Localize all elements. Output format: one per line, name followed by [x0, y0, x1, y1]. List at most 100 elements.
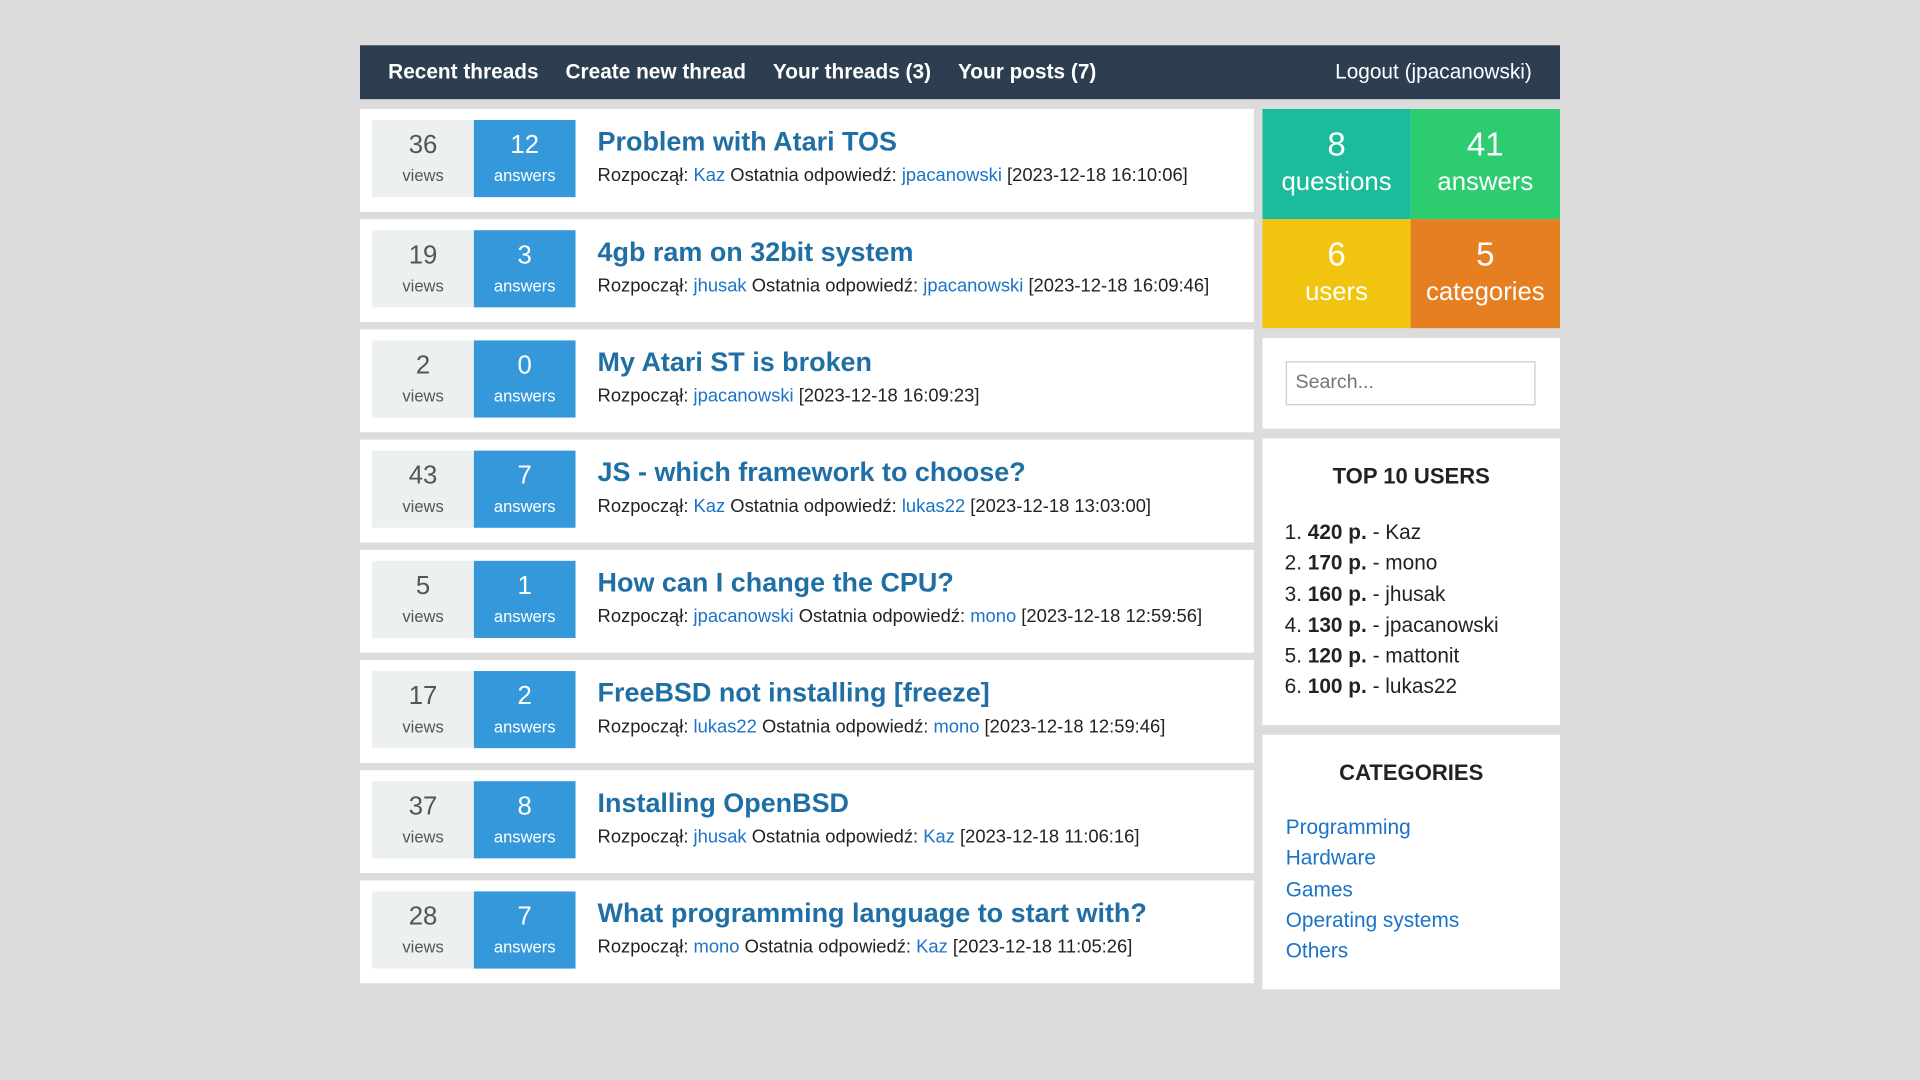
answers-number: 2 — [517, 682, 532, 711]
last-reply-user-link[interactable]: jpacanowski — [902, 165, 1002, 186]
last-reply-user-link[interactable]: lukas22 — [902, 496, 965, 517]
logout-link[interactable]: Logout (jpacanowski) — [1335, 60, 1532, 84]
views-label: views — [402, 276, 444, 296]
stat-label: questions — [1281, 167, 1392, 196]
views-label: views — [402, 607, 444, 626]
author-link[interactable]: mono — [694, 937, 740, 958]
stat-number: 5 — [1476, 236, 1495, 274]
answers-label: answers — [493, 497, 556, 516]
started-label: Rozpoczął: — [597, 275, 689, 297]
last-reply-label: Ostatnia odpowiedź: — [744, 936, 912, 958]
category-item: Games — [1286, 874, 1560, 905]
top-user-item: 130 p. - jpacanowski — [1308, 610, 1560, 641]
user-name: Kaz — [1385, 520, 1422, 544]
thread-title-link[interactable]: Installing OpenBSD — [598, 787, 849, 819]
search-input[interactable] — [1285, 361, 1536, 406]
last-reply-label: Ostatnia odpowiedź: — [730, 495, 897, 517]
category-link[interactable]: Operating systems — [1286, 908, 1460, 931]
category-item: Programming — [1286, 812, 1560, 843]
last-reply-user-link[interactable]: mono — [970, 606, 1016, 627]
top-user-item: 420 p. - Kaz — [1308, 517, 1560, 548]
user-name: jpacanowski — [1385, 613, 1499, 637]
category-link[interactable]: Programming — [1286, 816, 1411, 839]
stat-categories: 5 categories — [1410, 219, 1561, 329]
answers-count: 7 answers — [473, 450, 576, 528]
category-link[interactable]: Hardware — [1286, 846, 1376, 869]
user-name: mono — [1385, 551, 1438, 575]
author-link[interactable]: jpacanowski — [694, 606, 794, 627]
nav-recent-threads[interactable]: Recent threads — [388, 60, 538, 84]
categories-title: CATEGORIES — [1339, 760, 1484, 785]
last-reply-user-link[interactable]: Kaz — [916, 937, 948, 958]
views-number: 36 — [408, 131, 438, 160]
views-count: 43 views — [372, 450, 474, 528]
author-link[interactable]: jhusak — [694, 276, 747, 297]
thread-title-link[interactable]: FreeBSD not installing [freeze] — [598, 677, 990, 709]
last-reply-user-link[interactable]: mono — [933, 716, 979, 737]
nav-your-posts[interactable]: Your posts (7) — [958, 60, 1096, 84]
user-points: 100 p. — [1307, 675, 1367, 699]
category-link[interactable]: Games — [1286, 877, 1353, 900]
thread-title-link[interactable]: Problem with Atari TOS — [598, 126, 897, 158]
thread-row: 2 views 0 answers My Atari ST is broken Ro… — [360, 329, 1254, 433]
started-label: Rozpoczął: — [597, 165, 689, 187]
views-count: 28 views — [372, 891, 474, 969]
search-panel — [1262, 337, 1561, 429]
last-reply-label: Ostatnia odpowiedź: — [751, 275, 919, 297]
views-count: 19 views — [372, 230, 474, 308]
author-link[interactable]: Kaz — [694, 496, 726, 517]
user-points: 120 p. — [1307, 644, 1367, 668]
thread-date: [2023-12-18 11:06:16] — [960, 826, 1140, 848]
author-link[interactable]: Kaz — [694, 165, 726, 186]
user-points: 130 p. — [1307, 613, 1367, 637]
thread-meta: Rozpoczął: jpacanowski Ostatnia odpowied… — [598, 606, 1203, 627]
thread-title-link[interactable]: How can I change the CPU? — [598, 567, 954, 599]
top-users-title: TOP 10 USERS — [1332, 464, 1490, 489]
thread-title-link[interactable]: 4gb ram on 32bit system — [598, 236, 914, 268]
answers-count: 12 answers — [473, 120, 576, 198]
thread-title-link[interactable]: JS - which framework to choose? — [598, 457, 1026, 489]
views-number: 28 — [408, 902, 438, 931]
user-points: 420 p. — [1307, 520, 1367, 544]
answers-number: 8 — [517, 792, 532, 821]
views-label: views — [402, 717, 444, 736]
answers-label: answers — [493, 937, 556, 957]
stat-users: 6 users — [1262, 219, 1411, 329]
nav-create-thread[interactable]: Create new thread — [566, 60, 746, 84]
nav-your-threads[interactable]: Your threads (3) — [773, 60, 931, 84]
started-label: Rozpoczął: — [597, 936, 689, 958]
thread-title-link[interactable]: My Atari ST is broken — [598, 347, 872, 379]
thread-date: [2023-12-18 11:05:26] — [952, 936, 1133, 958]
top-user-item: 170 p. - mono — [1308, 548, 1560, 579]
views-count: 36 views — [372, 120, 474, 198]
category-item: Operating systems — [1286, 905, 1560, 936]
views-label: views — [402, 166, 444, 185]
views-number: 37 — [408, 792, 438, 821]
thread-date: [2023-12-18 16:09:23] — [798, 385, 980, 407]
thread-row: 19 views 3 answers 4gb ram on 32bit system… — [360, 219, 1254, 323]
user-points: 170 p. — [1307, 551, 1367, 575]
last-reply-user-link[interactable]: jpacanowski — [923, 276, 1023, 297]
stat-answers: 41 answers — [1410, 108, 1561, 220]
started-label: Rozpoczął: — [597, 385, 689, 407]
views-count: 17 views — [372, 671, 474, 749]
category-link[interactable]: Others — [1286, 939, 1348, 962]
started-label: Rozpoczął: — [597, 716, 689, 738]
thread-title-link[interactable]: What programming language to start with? — [598, 898, 1147, 930]
views-label: views — [402, 827, 444, 847]
stat-label: answers — [1437, 167, 1534, 196]
author-link[interactable]: jpacanowski — [694, 386, 794, 407]
thread-date: [2023-12-18 12:59:46] — [984, 716, 1166, 738]
answers-count: 7 answers — [473, 891, 576, 969]
last-reply-user-link[interactable]: Kaz — [923, 827, 955, 848]
top-user-item: 160 p. - jhusak — [1308, 579, 1560, 610]
thread-date: [2023-12-18 16:09:46] — [1028, 275, 1210, 297]
author-link[interactable]: lukas22 — [694, 716, 757, 737]
views-label: views — [402, 386, 444, 406]
thread-date: [2023-12-18 16:10:06] — [1007, 165, 1188, 187]
answers-number: 3 — [517, 241, 532, 270]
author-link[interactable]: jhusak — [694, 827, 747, 848]
views-count: 37 views — [372, 781, 474, 859]
answers-label: answers — [493, 386, 556, 406]
categories-panel: CATEGORIES Programming Hardware Games Opera… — [1262, 734, 1561, 990]
